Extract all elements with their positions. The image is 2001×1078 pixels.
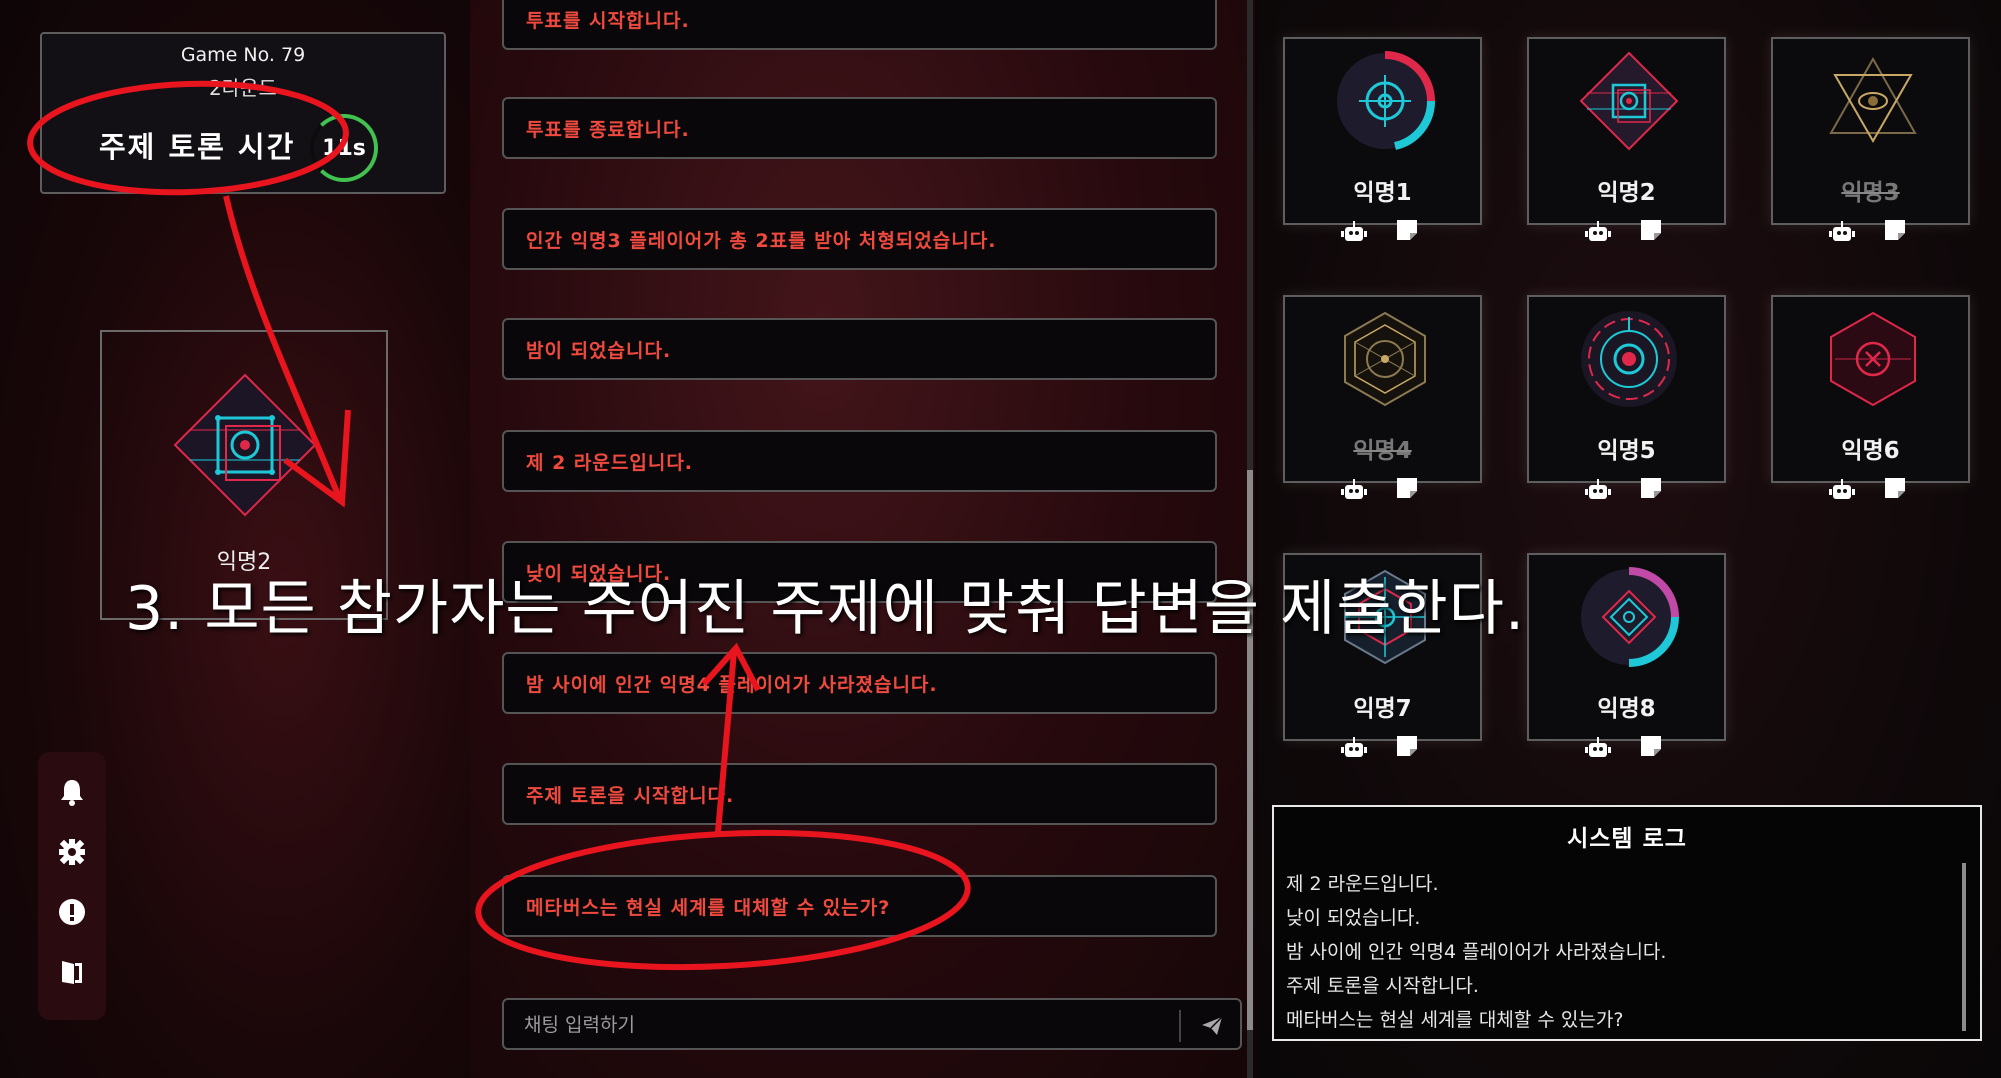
robot-icon[interactable] [1829,220,1855,244]
player-card[interactable]: 익명4 [1283,295,1482,483]
player-avatar-icon [1581,567,1679,667]
chat-message: 메타버스는 현실 세계를 대체할 수 있는가? [502,875,1217,937]
log-line: 주제 토론을 시작합니다. [1286,975,1479,997]
robot-icon[interactable] [1341,220,1367,244]
player-card[interactable]: 익명1 [1283,37,1482,225]
log-line: 밤 사이에 인간 익명4 플레이어가 사라졌습니다. [1286,941,1667,963]
system-log-title: 시스템 로그 [1567,826,1687,852]
robot-icon[interactable] [1341,736,1367,760]
bell-icon[interactable] [52,772,92,812]
note-icon[interactable] [1639,734,1663,758]
player-name: 익명6 [1841,438,1900,464]
countdown-timer: 11s [310,114,378,182]
player-name: 익명3 [1841,180,1900,206]
chat-message: 주제 토론을 시작합니다. [502,763,1217,825]
phase-title: 주제 토론 시간 [99,130,296,164]
player-card[interactable]: 익명2 [1527,37,1726,225]
chat-message: 투표를 시작합니다. [502,0,1217,50]
chat-input-box [502,998,1242,1050]
player-card[interactable]: 익명5 [1527,295,1726,483]
note-icon[interactable] [1883,218,1907,242]
player-card[interactable]: 익명3 [1771,37,1970,225]
player-name: 익명8 [1597,696,1656,722]
my-avatar-icon [173,373,317,517]
chat-message: 인간 익명3 플레이어가 총 2표를 받아 처형되었습니다. [502,208,1217,270]
player-name: 익명7 [1353,696,1412,722]
chat-message: 밤 사이에 인간 익명4 플레이어가 사라졌습니다. [502,652,1217,714]
side-toolbar [38,752,106,1020]
player-avatar-icon [1829,56,1917,144]
note-icon[interactable] [1883,476,1907,500]
gear-icon[interactable] [52,832,92,872]
chat-input[interactable] [522,1008,1166,1042]
note-icon[interactable] [1395,734,1419,758]
player-card[interactable]: 익명8 [1527,553,1726,741]
note-icon[interactable] [1395,218,1419,242]
chat-message: 밤이 되었습니다. [502,318,1217,380]
log-line: 메타버스는 현실 세계를 대체할 수 있는가? [1286,1009,1624,1031]
player-card[interactable]: 익명6 [1771,295,1970,483]
player-avatar-icon [1579,51,1679,151]
round-label: 2라운드 [209,76,277,100]
alert-icon[interactable] [52,892,92,932]
robot-icon[interactable] [1585,478,1611,502]
player-avatar-icon [1830,311,1916,407]
note-icon[interactable] [1639,218,1663,242]
send-button[interactable] [1194,1010,1230,1042]
log-line: 낮이 되었습니다. [1286,907,1421,929]
chat-scrollbar-thumb[interactable] [1247,470,1253,1030]
log-line: 제 2 라운드입니다. [1286,873,1439,895]
chat-message: 투표를 종료합니다. [502,97,1217,159]
player-avatar-icon [1344,311,1426,407]
player-name: 익명1 [1353,180,1412,206]
robot-icon[interactable] [1341,478,1367,502]
player-avatar-icon [1581,311,1677,407]
note-icon[interactable] [1395,476,1419,500]
player-avatar-icon [1337,51,1435,150]
annotation-caption: 3. 모든 참가자는 주어진 주제에 맞춰 답변을 제출한다. [125,574,1526,644]
system-log-panel: 시스템 로그 제 2 라운드입니다. 낮이 되었습니다. 밤 사이에 인간 익명… [1272,805,1982,1041]
player-name: 익명2 [1597,180,1656,206]
exit-icon[interactable] [52,952,92,992]
left-panel: Game No. 79 2라운드 주제 토론 시간 11s 익명2 [0,0,470,1078]
player-name: 익명5 [1597,438,1656,464]
input-divider [1179,1010,1181,1042]
game-info-box: Game No. 79 2라운드 주제 토론 시간 11s [40,32,446,194]
robot-icon[interactable] [1585,736,1611,760]
player-name: 익명4 [1353,438,1412,464]
chat-message: 제 2 라운드입니다. [502,430,1217,492]
robot-icon[interactable] [1829,478,1855,502]
system-log-scrollbar[interactable] [1962,863,1966,1031]
robot-icon[interactable] [1585,220,1611,244]
note-icon[interactable] [1639,476,1663,500]
send-icon [1202,1016,1223,1035]
game-number: Game No. 79 [180,44,306,66]
